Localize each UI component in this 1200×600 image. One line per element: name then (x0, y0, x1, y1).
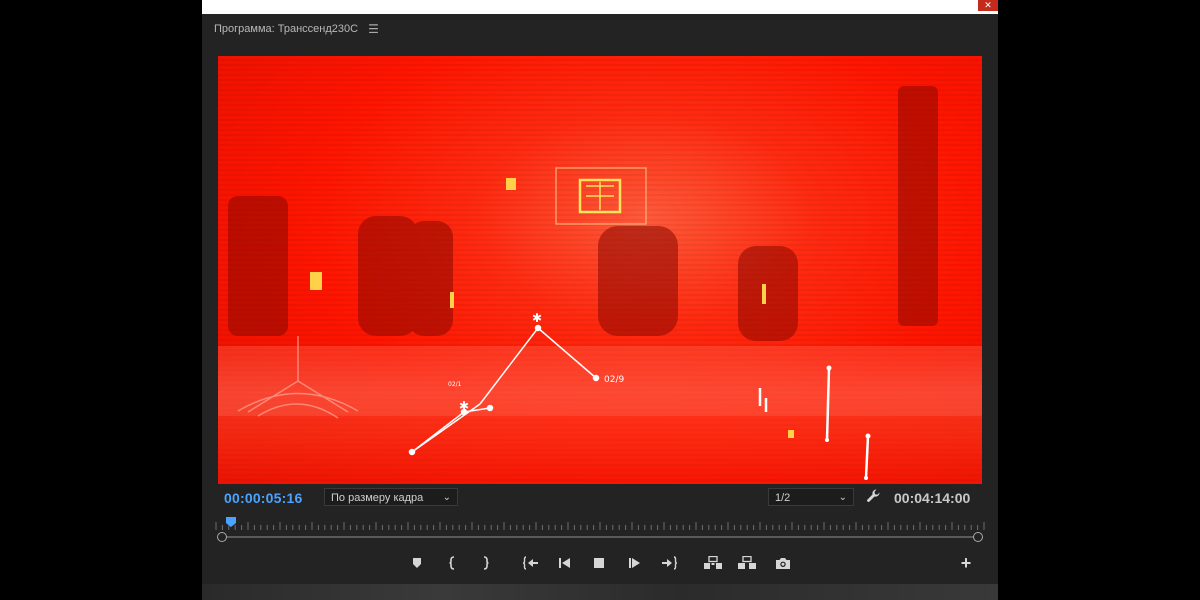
step-forward-button[interactable] (626, 554, 644, 572)
stop-icon (594, 558, 604, 568)
panel-title[interactable]: Программа: Транссенд230С (214, 23, 358, 35)
mark-out-button[interactable] (476, 554, 494, 572)
transport-controls (202, 554, 998, 572)
go-to-in-icon (523, 556, 538, 570)
step-back-icon (559, 558, 570, 568)
video-content: ✱ ✱ 02/9 02/1 (218, 86, 982, 480)
playhead-handle[interactable] (226, 517, 236, 527)
time-ruler[interactable] (214, 520, 986, 532)
window-close-button[interactable]: ✕ (978, 0, 998, 11)
background-silhouettes (228, 86, 938, 341)
zoom-scroll-track[interactable] (222, 536, 980, 538)
lift-icon (704, 556, 722, 569)
mark-in-button[interactable] (444, 554, 462, 572)
add-marker-button[interactable] (408, 554, 426, 572)
camera-icon (776, 557, 790, 569)
zoom-handle-right[interactable] (973, 532, 983, 542)
program-monitor-panel: Программа: Транссенд230С ☰ ✱ ✱ 02/9 02/1… (202, 14, 998, 584)
fit-zoom-value: По размеру кадра (331, 492, 424, 504)
go-to-out-button[interactable] (660, 554, 678, 572)
lift-button[interactable] (702, 554, 724, 572)
background-strip (202, 584, 998, 600)
svg-text:✱: ✱ (532, 311, 542, 325)
svg-text:✱: ✱ (459, 399, 469, 413)
go-to-in-button[interactable] (522, 554, 540, 572)
step-back-button[interactable] (556, 554, 574, 572)
extract-icon (738, 556, 756, 569)
mark-in-icon (449, 556, 455, 570)
hamburger-menu-icon[interactable]: ☰ (368, 23, 379, 35)
wrench-icon[interactable] (866, 488, 882, 504)
add-button[interactable]: + (958, 554, 974, 572)
window-titlebar: ✕ (202, 0, 998, 14)
chevron-down-icon: ⌄ (442, 492, 451, 503)
playback-resolution-select[interactable]: 1/2 ⌄ (768, 488, 854, 506)
go-to-out-icon (662, 556, 677, 570)
zoom-handle-left[interactable] (217, 532, 227, 542)
back-wall-screen (555, 167, 647, 225)
floor-band (218, 346, 982, 416)
current-timecode[interactable]: 00:00:05:16 (224, 490, 302, 506)
playback-resolution-value: 1/2 (775, 492, 791, 504)
mark-out-icon (483, 556, 489, 570)
export-frame-button[interactable] (774, 554, 792, 572)
panel-header: Программа: Транссенд230С ☰ (214, 22, 379, 36)
step-forward-icon (629, 558, 640, 568)
screen: ✕ Программа: Транссенд230С ☰ ✱ ✱ 02/9 02… (0, 0, 1200, 600)
fit-zoom-select[interactable]: По размеру кадра ⌄ (324, 488, 458, 506)
marker-icon (413, 558, 421, 568)
extract-button[interactable] (736, 554, 758, 572)
chevron-down-icon: ⌄ (838, 492, 847, 503)
stop-button[interactable] (590, 554, 608, 572)
overlay-tag-1: 02/9 (604, 375, 624, 385)
sequence-duration: 00:04:14:00 (894, 490, 971, 506)
program-video-frame[interactable]: ✱ ✱ 02/9 02/1 (218, 56, 982, 484)
overlay-tag-2: 02/1 (448, 381, 462, 388)
